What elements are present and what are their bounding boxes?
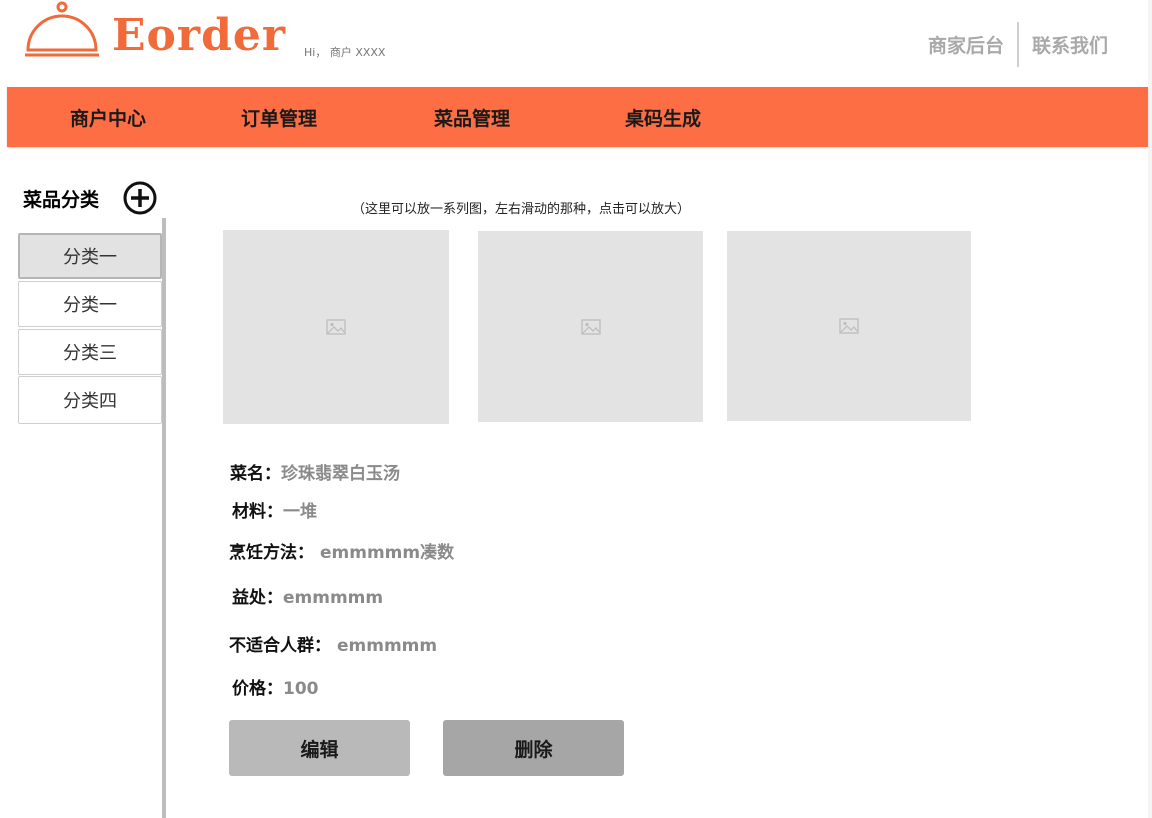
category-item-1[interactable]: 分类一 bbox=[18, 233, 162, 279]
dish-method-row: 烹饪方法： emmmmm凑数 bbox=[229, 538, 454, 563]
greeting-text: Hi， 商户 XXXX bbox=[304, 46, 386, 59]
dish-image-1[interactable] bbox=[223, 230, 449, 424]
main-nav: 商户中心 订单管理 菜品管理 桌码生成 bbox=[7, 87, 1148, 147]
nav-item-table-code[interactable]: 桌码生成 bbox=[625, 104, 701, 131]
dish-benefit-label: 益处： bbox=[232, 588, 283, 608]
logo-text: Eorder bbox=[112, 10, 287, 61]
nav-item-merchant-center[interactable]: 商户中心 bbox=[70, 104, 146, 131]
dish-name-label: 菜名： bbox=[230, 464, 281, 484]
contact-us-link[interactable]: 联系我们 bbox=[1032, 31, 1108, 58]
dish-benefit-row: 益处：emmmmm bbox=[232, 583, 383, 608]
dish-price-value: 100 bbox=[283, 679, 319, 699]
nav-item-order-management[interactable]: 订单管理 bbox=[241, 104, 317, 131]
cloche-icon bbox=[25, 1, 99, 57]
category-item-4[interactable]: 分类四 bbox=[18, 376, 162, 424]
dish-material-value: 一堆 bbox=[283, 502, 317, 522]
image-placeholder-icon bbox=[839, 318, 859, 334]
edit-button[interactable]: 编辑 bbox=[229, 720, 410, 776]
page-right-edge bbox=[1148, 0, 1152, 818]
dish-unsuitable-row: 不适合人群： emmmmm bbox=[229, 631, 437, 656]
image-placeholder-icon bbox=[326, 319, 346, 335]
dish-benefit-value: emmmmm bbox=[283, 588, 384, 608]
header-links: 商家后台 联系我们 bbox=[928, 22, 1108, 67]
image-placeholder-icon bbox=[581, 319, 601, 335]
nav-item-dish-management[interactable]: 菜品管理 bbox=[434, 104, 510, 131]
dish-material-row: 材料：一堆 bbox=[232, 497, 317, 522]
dish-name-value: 珍珠翡翠白玉汤 bbox=[281, 464, 400, 484]
dish-price-label: 价格： bbox=[232, 679, 283, 699]
category-item-3[interactable]: 分类三 bbox=[18, 329, 162, 375]
dish-image-2[interactable] bbox=[478, 231, 703, 422]
category-item-2[interactable]: 分类一 bbox=[18, 281, 162, 327]
dish-material-label: 材料： bbox=[232, 502, 283, 522]
merchant-backend-link[interactable]: 商家后台 bbox=[928, 31, 1004, 58]
plus-circle-icon[interactable] bbox=[123, 181, 157, 215]
dish-unsuitable-value: emmmmm bbox=[337, 636, 438, 656]
dish-unsuitable-label: 不适合人群： bbox=[229, 636, 331, 656]
category-title: 菜品分类 bbox=[23, 189, 100, 211]
dish-name-row: 菜名：珍珠翡翠白玉汤 bbox=[230, 459, 400, 484]
delete-button[interactable]: 删除 bbox=[443, 720, 624, 776]
dish-method-label: 烹饪方法： bbox=[229, 543, 314, 563]
sidebar-divider bbox=[162, 218, 166, 818]
dish-image-3[interactable] bbox=[727, 231, 971, 421]
dish-price-row: 价格：100 bbox=[232, 674, 319, 699]
header-divider bbox=[1016, 22, 1019, 67]
gallery-hint: （这里可以放一系列图，左右滑动的那种，点击可以放大） bbox=[352, 202, 691, 217]
dish-method-value: emmmmm凑数 bbox=[320, 543, 455, 563]
